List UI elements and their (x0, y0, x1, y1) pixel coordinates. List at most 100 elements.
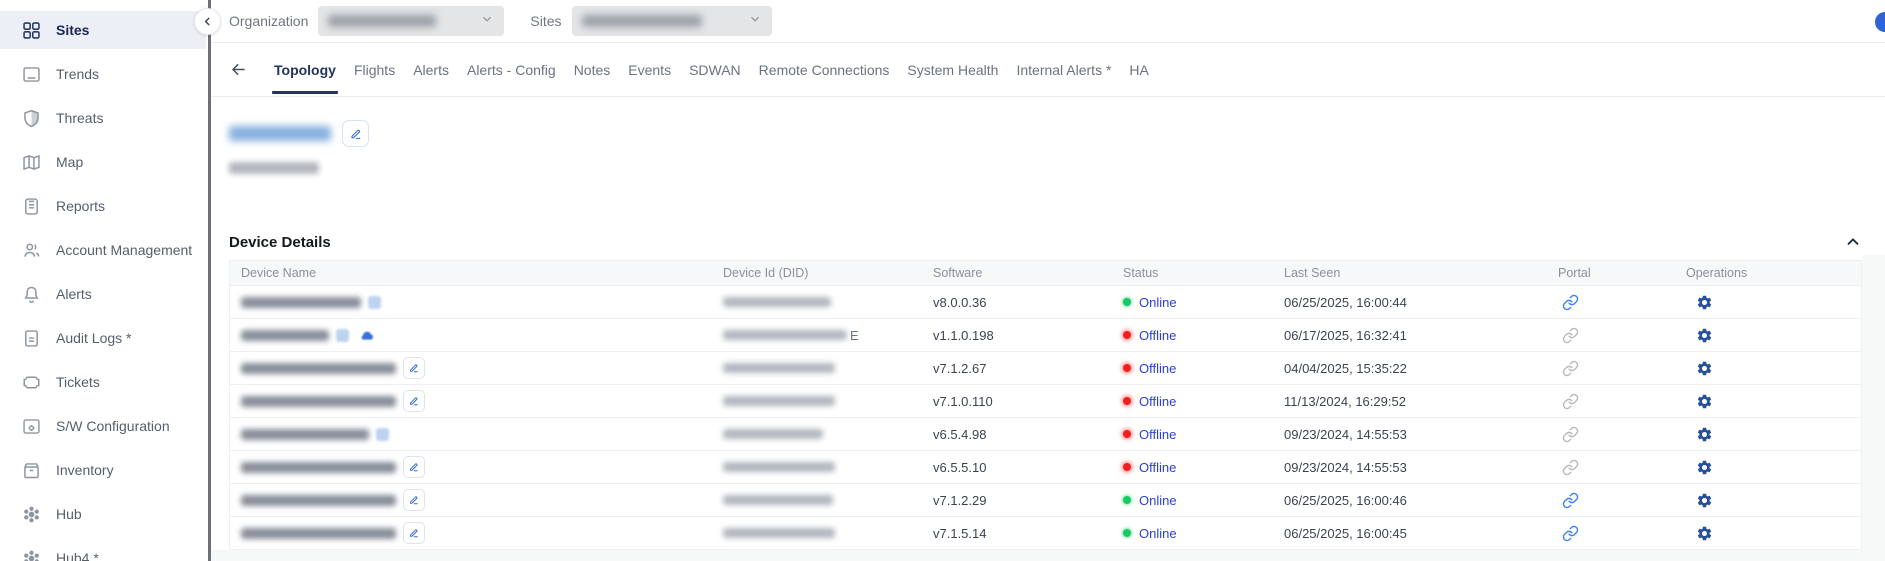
sidebar-item-alerts[interactable]: Alerts (0, 272, 206, 316)
organization-select[interactable] (318, 6, 504, 36)
sites-select[interactable] (572, 6, 772, 36)
window-gear-icon (21, 416, 42, 437)
edge-button-fragment[interactable] (1875, 12, 1885, 32)
device-name-redacted (241, 429, 369, 440)
device-name-redacted (241, 330, 329, 341)
portal-link-icon[interactable] (1558, 393, 1686, 410)
tab-internal-alerts[interactable]: Internal Alerts * (1016, 43, 1111, 96)
sidebar-item-sw-configuration[interactable]: S/W Configuration (0, 404, 206, 448)
tab-flights[interactable]: Flights (354, 43, 395, 96)
operations-gear-icon[interactable] (1686, 459, 1861, 476)
sidebar-item-inventory[interactable]: Inventory (0, 448, 206, 492)
software-version: v8.0.0.36 (933, 295, 1123, 310)
device-name-redacted (241, 297, 361, 308)
portal-link-icon[interactable] (1558, 525, 1686, 542)
operations-gear-icon[interactable] (1686, 294, 1861, 311)
sidebar-item-label: Audit Logs * (56, 330, 132, 346)
sidebar-item-account-management[interactable]: Account Management (0, 228, 206, 272)
last-seen: 04/04/2025, 15:35:22 (1284, 361, 1558, 376)
portal-link-icon[interactable] (1558, 492, 1686, 509)
info-chip-icon[interactable] (368, 296, 381, 309)
page-right-area (1862, 255, 1885, 561)
sidebar-item-hub4[interactable]: Hub4 * (0, 536, 206, 561)
tab-ha[interactable]: HA (1129, 43, 1148, 96)
status-text: Offline (1139, 460, 1176, 475)
status-dot (1123, 364, 1131, 372)
operations-gear-icon[interactable] (1686, 525, 1861, 542)
site-name-redacted (229, 126, 331, 141)
hub-icon (21, 504, 42, 525)
status-dot (1123, 298, 1131, 306)
grid-icon (21, 20, 42, 41)
sidebar-item-sites[interactable]: Sites (0, 11, 206, 49)
info-chip-icon[interactable] (376, 428, 389, 441)
edit-device-name-button[interactable] (403, 522, 425, 544)
sidebar-item-map[interactable]: Map (0, 140, 206, 184)
col-software: Software (933, 266, 1123, 280)
sidebar-item-tickets[interactable]: Tickets (0, 360, 206, 404)
col-status: Status (1123, 266, 1284, 280)
status-text: Online (1139, 526, 1177, 541)
bell-icon (21, 284, 42, 305)
last-seen: 06/25/2025, 16:00:45 (1284, 526, 1558, 541)
report-icon (21, 196, 42, 217)
operations-gear-icon[interactable] (1686, 327, 1861, 344)
tab-events[interactable]: Events (628, 43, 671, 96)
software-version: v6.5.5.10 (933, 460, 1123, 475)
portal-link-icon[interactable] (1558, 294, 1686, 311)
table-row: v6.5.4.98 Offline 09/23/2024, 14:55:53 (230, 418, 1861, 451)
edit-site-name-button[interactable] (342, 120, 369, 147)
sidebar-item-hub[interactable]: Hub (0, 492, 206, 536)
top-bar: Organization Sites (211, 0, 1885, 43)
sidebar-item-reports[interactable]: Reports (0, 184, 206, 228)
portal-link-icon[interactable] (1558, 426, 1686, 443)
col-device-id: Device Id (DID) (723, 266, 933, 280)
cloud-icon (356, 327, 378, 343)
edit-device-name-button[interactable] (403, 390, 425, 412)
content-area: Device Details Device Name Device Id (DI… (211, 120, 1885, 561)
portal-link-icon[interactable] (1558, 327, 1686, 344)
operations-gear-icon[interactable] (1686, 360, 1861, 377)
sidebar-item-label: Threats (56, 110, 103, 126)
status-text: Online (1139, 295, 1177, 310)
col-last-seen: Last Seen (1284, 266, 1558, 280)
device-name-redacted (241, 528, 396, 539)
edit-device-name-button[interactable] (403, 489, 425, 511)
edit-device-name-button[interactable] (403, 357, 425, 379)
col-operations: Operations (1686, 266, 1861, 280)
info-chip-icon[interactable] (336, 329, 349, 342)
tab-system-health[interactable]: System Health (907, 43, 998, 96)
back-button[interactable] (229, 60, 248, 79)
audit-log-icon (21, 328, 42, 349)
portal-link-icon[interactable] (1558, 360, 1686, 377)
page-bottom-area (211, 550, 1885, 561)
sidebar-scrollbar[interactable] (208, 0, 211, 561)
tab-topology[interactable]: Topology (274, 43, 336, 96)
tab-alerts-config[interactable]: Alerts - Config (467, 43, 556, 96)
tab-alerts[interactable]: Alerts (413, 43, 449, 96)
sidebar-item-audit-logs[interactable]: Audit Logs * (0, 316, 206, 360)
last-seen: 09/23/2024, 14:55:53 (1284, 460, 1558, 475)
sidebar-item-threats[interactable]: Threats (0, 96, 206, 140)
sidebar-item-trends[interactable]: Trends (0, 52, 206, 96)
last-seen: 11/13/2024, 16:29:52 (1284, 394, 1558, 409)
last-seen: 06/25/2025, 16:00:46 (1284, 493, 1558, 508)
last-seen: 09/23/2024, 14:55:53 (1284, 427, 1558, 442)
status-dot (1123, 430, 1131, 438)
tab-sdwan[interactable]: SDWAN (689, 43, 741, 96)
chevron-up-icon[interactable] (1844, 233, 1862, 251)
tab-remote-connections[interactable]: Remote Connections (759, 43, 890, 96)
tab-notes[interactable]: Notes (574, 43, 611, 96)
col-device-name: Device Name (230, 266, 723, 280)
edit-device-name-button[interactable] (403, 456, 425, 478)
operations-gear-icon[interactable] (1686, 492, 1861, 509)
operations-gear-icon[interactable] (1686, 393, 1861, 410)
sidebar-collapse-button[interactable] (194, 8, 221, 35)
sidebar-item-label: Trends (56, 66, 99, 82)
ticket-icon (21, 372, 42, 393)
operations-gear-icon[interactable] (1686, 426, 1861, 443)
portal-link-icon[interactable] (1558, 459, 1686, 476)
sidebar-item-label: Map (56, 154, 83, 170)
sidebar-item-label: Inventory (56, 462, 114, 478)
device-id-redacted (723, 396, 835, 406)
